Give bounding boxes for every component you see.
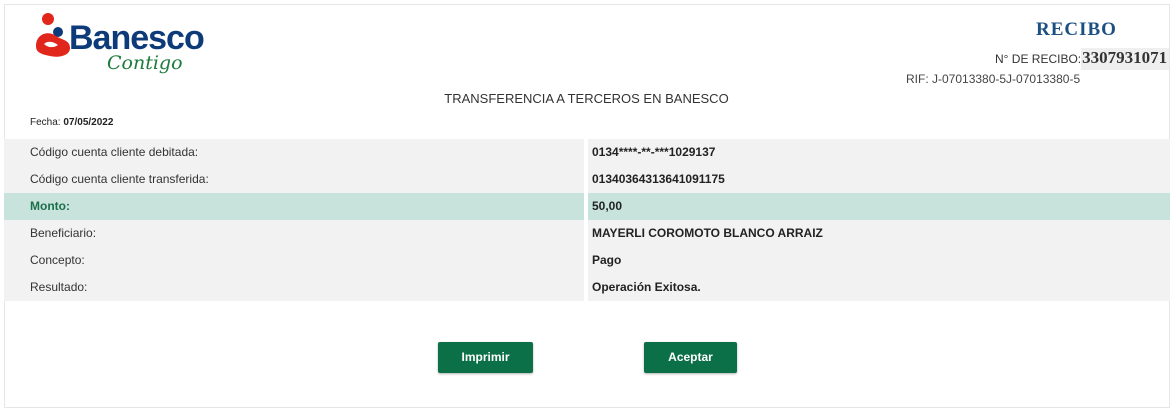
row-value: MAYERLI COROMOTO BLANCO ARRAIZ [592,226,823,240]
row-value: Pago [592,253,622,267]
banesco-logo: Banesco Contigo [34,12,209,82]
date-label: Fecha: [30,117,64,128]
receipt-number-value: 3307931071 [1081,48,1170,70]
receipt-number-label: N° DE RECIBO: [995,52,1082,66]
row-value: Operación Exitosa. [592,280,701,294]
table-row: Código cuenta cliente transferida: 01340… [4,166,1170,193]
details-table: Código cuenta cliente debitada: 0134****… [4,139,1170,301]
row-label: Código cuenta cliente debitada: [30,145,199,159]
row-label: Monto: [30,199,70,213]
table-row: Código cuenta cliente debitada: 0134****… [4,139,1170,166]
table-row: Concepto: Pago [4,247,1170,274]
date-value: 07/05/2022 [63,117,114,128]
page-title: TRANSFERENCIA A TERCEROS EN BANESCO [444,91,729,106]
receipt-number: N° DE RECIBO:3307931071 [995,48,1170,70]
row-label: Concepto: [30,253,85,267]
table-row: Resultado: Operación Exitosa. [4,274,1170,301]
receipt-title: RECIBO [1036,19,1117,40]
accept-button[interactable]: Aceptar [644,342,737,373]
row-label: Código cuenta cliente transferida: [30,172,209,186]
row-value: 50,00 [592,199,623,213]
row-label: Resultado: [30,280,88,294]
rif-text: RIF: J-07013380-5J-07013380-5 [906,72,1081,86]
print-button[interactable]: Imprimir [438,342,533,373]
table-row: Beneficiario: MAYERLI COROMOTO BLANCO AR… [4,220,1170,247]
row-value: 01340364313641091175 [592,172,725,186]
row-label: Beneficiario: [30,226,97,240]
table-row-amount: Monto: 50,00 [4,193,1170,220]
date-line: Fecha: 07/05/2022 [30,117,113,128]
logo-tagline: Contigo [107,52,183,74]
row-value: 0134****-**-***1029137 [592,145,716,159]
